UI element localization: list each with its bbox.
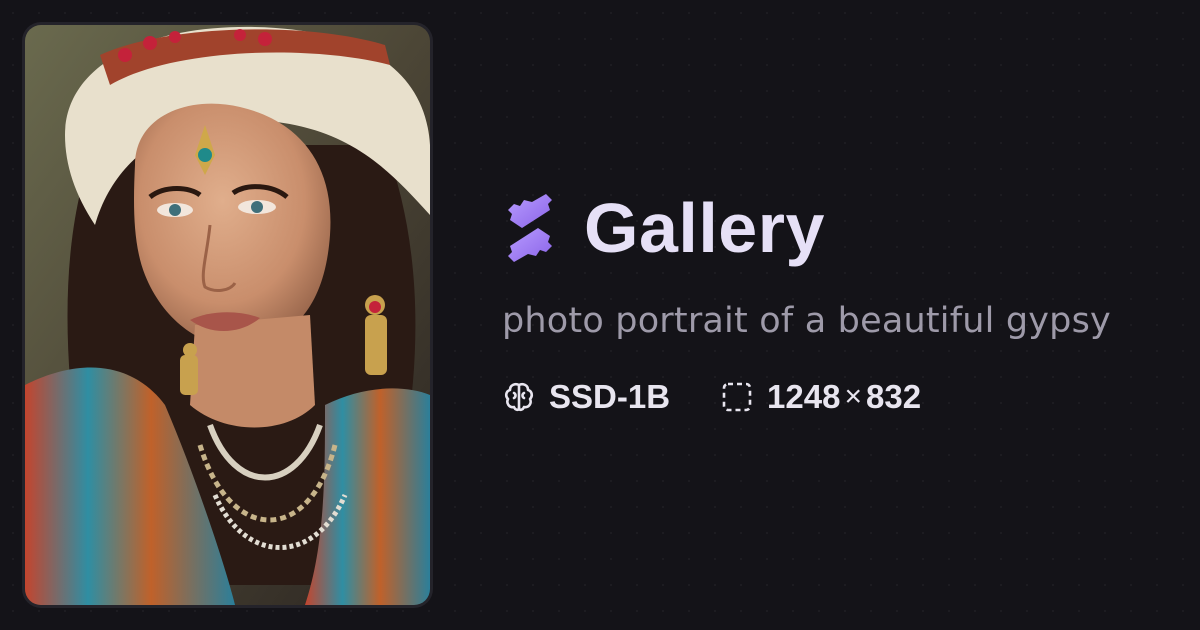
dashed-frame-icon	[722, 382, 752, 412]
dimensions-info: 1248 × 832	[720, 378, 921, 416]
page-title: Gallery	[584, 189, 825, 267]
times-sign: ×	[844, 380, 862, 413]
image-width: 1248	[767, 378, 841, 415]
brand-row: Gallery	[502, 188, 1162, 268]
portrait-illustration	[25, 25, 430, 605]
info-panel: Gallery photo portrait of a beautiful gy…	[502, 188, 1162, 417]
portrait-image	[25, 25, 430, 605]
brain-icon	[504, 382, 534, 412]
prompt-text: photo portrait of a beautiful gypsy	[502, 301, 1111, 341]
meta-row: SSD-1B 1248 × 832	[502, 377, 1162, 417]
image-height: 832	[865, 378, 922, 415]
model-name: SSD-1B	[549, 378, 671, 415]
gallery-logo-icon	[508, 194, 552, 262]
model-info: SSD-1B	[502, 378, 670, 416]
